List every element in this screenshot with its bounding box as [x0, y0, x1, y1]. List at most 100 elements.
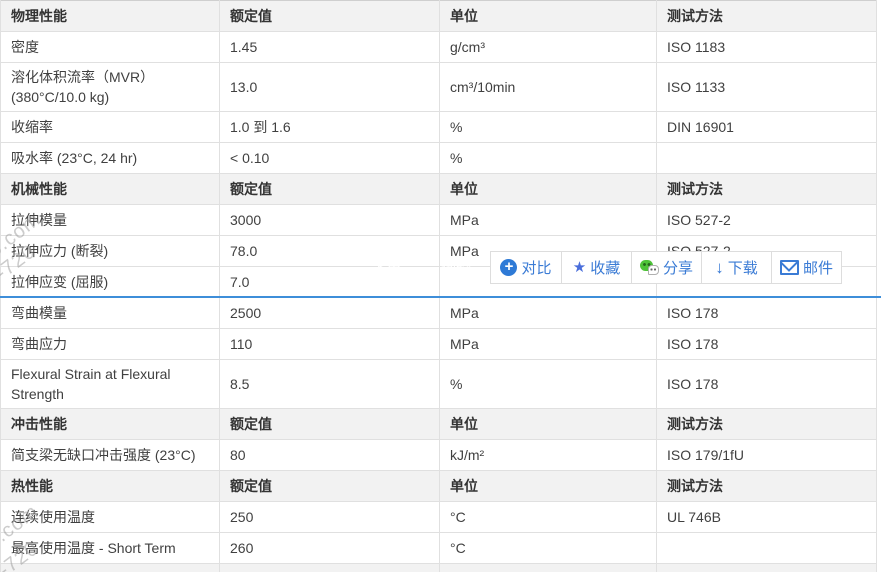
value-cell: < 0.10 [220, 143, 440, 174]
unit-cell: °C [440, 502, 657, 533]
method-cell [657, 143, 877, 174]
favorite-button[interactable]: ★ 收藏 [561, 252, 631, 283]
table-row: 弯曲模量2500MPaISO 178 [1, 298, 877, 329]
value-cell: 1.0 到 1.6 [220, 112, 440, 143]
property-cell: 拉伸模量 [1, 205, 220, 236]
method-cell: 测试方法 [657, 1, 877, 32]
value-cell [220, 564, 440, 572]
inquiry-button[interactable]: 询价 [422, 251, 490, 284]
table-row: 收缩率1.0 到 1.6%DIN 16901 [1, 112, 877, 143]
method-cell: UL 746B [657, 502, 877, 533]
table-row: 简支梁无缺口冲击强度 (23°C)80kJ/m²ISO 179/1fU [1, 440, 877, 471]
unit-cell: 单位 [440, 409, 657, 440]
floating-action-toolbar: 下单 询价 + 对比 ★ 收藏 分享 ↓ 下载 邮件 [351, 251, 842, 284]
method-cell: DIN 16901 [657, 112, 877, 143]
unit-cell: % [440, 112, 657, 143]
wechat-share-icon [640, 260, 659, 275]
method-cell: ISO 179/1fU [657, 440, 877, 471]
method-cell: ISO 178 [657, 360, 877, 409]
property-cell: 简支梁无缺口冲击强度 (23°C) [1, 440, 220, 471]
plus-circle-icon: + [500, 259, 517, 276]
property-cell: 溶化体积流率（MVR） (380°C/10.0 kg) [1, 63, 220, 112]
value-cell: 250 [220, 502, 440, 533]
action-button-group: + 对比 ★ 收藏 分享 ↓ 下载 邮件 [490, 251, 842, 284]
unit-cell: kJ/m² [440, 440, 657, 471]
value-cell: 额定值 [220, 471, 440, 502]
section-header-row [1, 564, 877, 572]
download-arrow-icon: ↓ [715, 259, 724, 276]
row-highlight-line [0, 296, 881, 298]
unit-cell: 单位 [440, 1, 657, 32]
table-row: 密度1.45g/cm³ISO 1183 [1, 32, 877, 63]
unit-cell: g/cm³ [440, 32, 657, 63]
value-cell: 110 [220, 329, 440, 360]
unit-cell: 单位 [440, 471, 657, 502]
properties-table: 物理性能额定值单位测试方法密度1.45g/cm³ISO 1183溶化体积流率（M… [0, 0, 877, 572]
property-cell: 冲击性能 [1, 409, 220, 440]
value-cell: 8.5 [220, 360, 440, 409]
table-row: 连续使用温度250°CUL 746B [1, 502, 877, 533]
table-row: Flexural Strain at Flexural Strength8.5%… [1, 360, 877, 409]
unit-cell: 单位 [440, 174, 657, 205]
property-cell: 弯曲应力 [1, 329, 220, 360]
star-icon: ★ [573, 259, 586, 276]
table-row: 弯曲应力110MPaISO 178 [1, 329, 877, 360]
section-header-row: 机械性能额定值单位测试方法 [1, 174, 877, 205]
email-label: 邮件 [803, 257, 833, 278]
value-cell: 2500 [220, 298, 440, 329]
method-cell: 测试方法 [657, 409, 877, 440]
download-button[interactable]: ↓ 下载 [701, 252, 771, 283]
value-cell: 3000 [220, 205, 440, 236]
method-cell: ISO 527-2 [657, 205, 877, 236]
value-cell: 260 [220, 533, 440, 564]
property-cell: 物理性能 [1, 1, 220, 32]
place-order-button[interactable]: 下单 [351, 251, 422, 284]
property-cell: 收缩率 [1, 112, 220, 143]
favorite-label: 收藏 [590, 257, 620, 278]
property-cell: 拉伸应力 (断裂) [1, 236, 220, 267]
method-cell: ISO 1183 [657, 32, 877, 63]
table-row: 吸水率 (23°C, 24 hr)< 0.10% [1, 143, 877, 174]
property-cell: 连续使用温度 [1, 502, 220, 533]
unit-cell: cm³/10min [440, 63, 657, 112]
property-cell: 拉伸应变 (屈服) [1, 267, 220, 298]
property-cell: 弯曲模量 [1, 298, 220, 329]
value-cell: 1.45 [220, 32, 440, 63]
method-cell: ISO 1133 [657, 63, 877, 112]
table-row: 最高使用温度 - Short Term260°C [1, 533, 877, 564]
value-cell: 额定值 [220, 174, 440, 205]
value-cell: 80 [220, 440, 440, 471]
envelope-icon [780, 260, 799, 275]
unit-cell: MPa [440, 298, 657, 329]
unit-cell: °C [440, 533, 657, 564]
property-cell: 机械性能 [1, 174, 220, 205]
material-datasheet-page: 物理性能额定值单位测试方法密度1.45g/cm³ISO 1183溶化体积流率（M… [0, 0, 881, 572]
table-row: 拉伸模量3000MPaISO 527-2 [1, 205, 877, 236]
section-header-row: 冲击性能额定值单位测试方法 [1, 409, 877, 440]
unit-cell: MPa [440, 205, 657, 236]
method-cell: 测试方法 [657, 174, 877, 205]
property-cell: 密度 [1, 32, 220, 63]
value-cell: 额定值 [220, 1, 440, 32]
section-header-row: 物理性能额定值单位测试方法 [1, 1, 877, 32]
method-cell: ISO 178 [657, 329, 877, 360]
property-cell: 热性能 [1, 471, 220, 502]
unit-cell: % [440, 360, 657, 409]
method-cell [657, 564, 877, 572]
value-cell: 额定值 [220, 409, 440, 440]
method-cell: ISO 178 [657, 298, 877, 329]
compare-button[interactable]: + 对比 [491, 252, 561, 283]
value-cell: 13.0 [220, 63, 440, 112]
property-cell: 最高使用温度 - Short Term [1, 533, 220, 564]
table-row: 溶化体积流率（MVR） (380°C/10.0 kg)13.0cm³/10min… [1, 63, 877, 112]
unit-cell: MPa [440, 329, 657, 360]
method-cell [657, 533, 877, 564]
share-label: 分享 [663, 257, 693, 278]
email-button[interactable]: 邮件 [771, 252, 841, 283]
method-cell: 测试方法 [657, 471, 877, 502]
property-cell [1, 564, 220, 572]
property-cell: Flexural Strain at Flexural Strength [1, 360, 220, 409]
share-button[interactable]: 分享 [631, 252, 701, 283]
section-header-row: 热性能额定值单位测试方法 [1, 471, 877, 502]
property-cell: 吸水率 (23°C, 24 hr) [1, 143, 220, 174]
